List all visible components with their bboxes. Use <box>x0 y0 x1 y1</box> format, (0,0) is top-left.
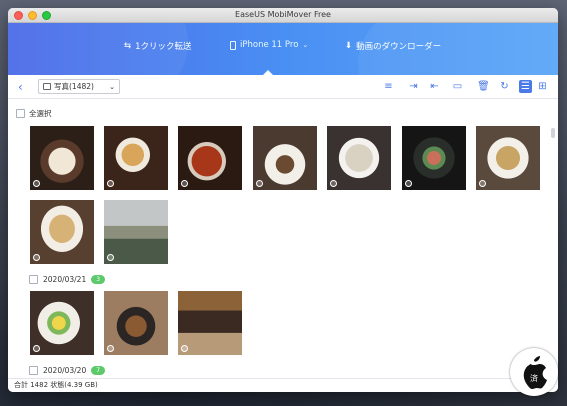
status-bar: 合計 1482 状態(4.39 GB) <box>8 378 558 392</box>
photo-select-checkbox[interactable] <box>107 180 114 187</box>
status-text: 合計 1482 状態(4.39 GB) <box>14 381 98 389</box>
list-view-icon[interactable]: ☰ <box>519 80 532 93</box>
photo-thumbnail[interactable] <box>104 291 168 355</box>
photo-select-checkbox[interactable] <box>256 180 263 187</box>
photo-select-checkbox[interactable] <box>181 180 188 187</box>
export-to-pc-icon[interactable]: ⇥ <box>407 80 420 93</box>
photo-select-checkbox[interactable] <box>33 345 40 352</box>
photo-thumbnail[interactable] <box>476 126 540 190</box>
photo-select-checkbox[interactable] <box>479 180 486 187</box>
photo-thumbnail[interactable] <box>327 126 391 190</box>
album-select[interactable]: 写真(1482) ⌄ <box>38 79 120 94</box>
toolbar: ‹ 写真(1482) ⌄ ≡ ⇥ ⇤ ▭ 🗑 ↻ ☰ ⊞ <box>8 75 558 99</box>
delete-icon[interactable]: 🗑 <box>477 80 490 93</box>
photo-select-checkbox[interactable] <box>330 180 337 187</box>
date-group-header: 2020/03/21 3 <box>29 275 106 284</box>
apple-icon: 済 <box>523 356 547 389</box>
nav-label: 動画のダウンローダー <box>356 42 442 52</box>
photo-content: 全選択 2020/03/21 3 2020/03/20 7 <box>8 99 548 378</box>
date-group-label: 2020/03/21 <box>43 275 87 284</box>
transfer-to-device-icon[interactable]: ▭ <box>451 80 464 93</box>
chevron-down-icon: ⌄ <box>302 41 309 49</box>
photo-thumbnail[interactable] <box>104 126 168 190</box>
photo-thumbnail[interactable] <box>30 291 94 355</box>
nav-device-iphone[interactable]: iPhone 11 Pro ⌄ <box>230 40 308 50</box>
nav-video-downloader[interactable]: ⬇ 動画のダウンローダー <box>345 40 441 52</box>
photo-select-checkbox[interactable] <box>107 345 114 352</box>
photo-count-badge: 3 <box>91 275 106 284</box>
photo-thumbnail[interactable] <box>178 291 242 355</box>
photo-select-checkbox[interactable] <box>33 254 40 261</box>
nav-label: iPhone 11 Pro <box>240 40 299 50</box>
title-bar: EaseUS MobiMover Free <box>8 8 558 23</box>
app-window: EaseUS MobiMover Free ⇆ 1クリック転送 iPhone 1… <box>8 8 558 392</box>
phone-icon <box>230 40 236 50</box>
back-chevron-icon[interactable]: ‹ <box>18 80 23 94</box>
refresh-icon[interactable]: ↻ <box>498 80 511 93</box>
photo-thumbnail[interactable] <box>30 200 94 264</box>
select-all[interactable]: 全選択 <box>16 108 52 119</box>
select-all-label: 全選択 <box>29 109 52 118</box>
transfer-arrows-icon: ⇆ <box>124 41 132 51</box>
date-group-checkbox[interactable] <box>29 275 38 284</box>
apple-logo-watermark: 済 <box>510 348 558 396</box>
grid-view-icon[interactable]: ⊞ <box>536 80 549 93</box>
nav-label: 1クリック転送 <box>135 42 192 52</box>
photo-thumbnail[interactable] <box>30 126 94 190</box>
date-group-header: 2020/03/20 7 <box>29 366 106 375</box>
album-select-label: 写真(1482) <box>54 82 94 91</box>
photo-icon <box>43 83 51 90</box>
scrollbar-thumb[interactable] <box>551 128 555 138</box>
photo-select-checkbox[interactable] <box>33 180 40 187</box>
photo-count-badge: 7 <box>91 366 106 375</box>
select-all-checkbox[interactable] <box>16 109 25 118</box>
nav-one-click-transfer[interactable]: ⇆ 1クリック転送 <box>124 40 192 52</box>
download-icon: ⬇ <box>345 41 353 51</box>
date-group-label: 2020/03/20 <box>43 366 87 375</box>
chevron-down-icon: ⌄ <box>109 82 115 91</box>
photo-select-checkbox[interactable] <box>181 345 188 352</box>
main-nav: ⇆ 1クリック転送 iPhone 11 Pro ⌄ ⬇ 動画のダウンローダー <box>8 23 558 75</box>
photo-select-checkbox[interactable] <box>405 180 412 187</box>
window-title: EaseUS MobiMover Free <box>235 10 331 19</box>
photo-thumbnail[interactable] <box>402 126 466 190</box>
date-group-checkbox[interactable] <box>29 366 38 375</box>
sort-icon[interactable]: ≡ <box>382 80 395 93</box>
photo-thumbnail[interactable] <box>253 126 317 190</box>
import-icon[interactable]: ⇤ <box>428 80 441 93</box>
svg-text:済: 済 <box>530 373 538 383</box>
photo-select-checkbox[interactable] <box>107 254 114 261</box>
photo-thumbnail[interactable] <box>178 126 242 190</box>
photo-thumbnail[interactable] <box>104 200 168 264</box>
